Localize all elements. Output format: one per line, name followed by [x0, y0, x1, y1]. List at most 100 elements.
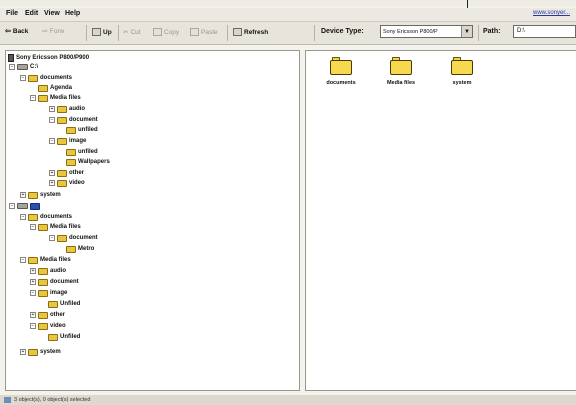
tree-label: Sony Ericsson P800/P900 [16, 55, 90, 61]
expand-icon[interactable]: + [30, 279, 36, 285]
menu-help[interactable]: Help [65, 10, 80, 17]
toolbar-separator [86, 25, 87, 41]
tree-label: Media files [40, 257, 71, 263]
collapse-icon[interactable]: − [30, 224, 36, 230]
tree-item[interactable]: − documents [20, 74, 72, 82]
collapse-icon[interactable]: − [49, 235, 55, 241]
file-item-label: Media files [386, 80, 416, 86]
paste-icon [190, 28, 199, 36]
computer-icon [4, 397, 11, 403]
tree-label: Unfiled [60, 334, 81, 340]
expand-icon[interactable]: + [30, 268, 36, 274]
tree-label: other [69, 170, 84, 176]
expand-icon[interactable]: + [49, 170, 55, 176]
menu-edit[interactable]: Edit [25, 10, 38, 17]
expand-icon[interactable]: + [49, 180, 55, 186]
tree-item[interactable]: − image [30, 289, 67, 297]
expand-icon[interactable]: + [30, 312, 36, 318]
collapse-icon[interactable]: − [20, 214, 26, 220]
tree-item[interactable]: + video [49, 179, 85, 187]
tree-item[interactable]: − video [30, 322, 66, 330]
tree-item[interactable]: − Media files [20, 256, 71, 264]
tree-item[interactable]: unfiled [66, 126, 98, 134]
tree-item[interactable]: Agenda [38, 84, 72, 92]
file-list-pane[interactable]: documents Media files system [305, 50, 576, 391]
folder-icon [57, 105, 67, 113]
folder-icon [38, 311, 48, 319]
tree-label: system [40, 349, 61, 355]
collapse-icon[interactable]: − [49, 138, 55, 144]
forward-label: Forw [49, 28, 65, 35]
tree-item[interactable]: + other [30, 311, 65, 319]
tree-label: C:\ [30, 64, 38, 70]
folder-icon [451, 57, 473, 75]
expand-icon[interactable]: + [20, 349, 26, 355]
paste-button[interactable]: Paste [190, 28, 218, 36]
tree-item[interactable]: + system [20, 191, 61, 199]
tree-item[interactable]: − image [49, 137, 86, 145]
tree-item-drive-c[interactable]: − C:\ [9, 63, 38, 71]
tree-item[interactable]: Unfiled [48, 333, 80, 341]
folder-icon [38, 223, 48, 231]
collapse-icon[interactable]: − [20, 257, 26, 263]
tree-item[interactable]: − Media files [30, 223, 81, 231]
menu-view[interactable]: View [44, 10, 60, 17]
tree-label: Metro [78, 246, 95, 252]
tree-item[interactable]: + audio [30, 267, 66, 275]
expand-icon[interactable]: + [49, 106, 55, 112]
website-link[interactable]: www.sonyer... [533, 10, 570, 16]
menu-file[interactable]: File [6, 10, 18, 17]
device-type-select[interactable]: Sony Ericsson P800/P ▼ [380, 25, 473, 38]
collapse-icon[interactable]: − [20, 75, 26, 81]
up-button[interactable]: Up [92, 28, 112, 36]
tree-item[interactable]: − document [49, 116, 98, 124]
refresh-button[interactable]: Refresh [233, 28, 268, 36]
folder-icon [48, 300, 58, 308]
tree-label: unfiled [78, 149, 98, 155]
copy-button[interactable]: Copy [153, 28, 179, 36]
tree-item[interactable]: + system [20, 348, 61, 356]
toolbar-separator [227, 25, 228, 41]
forward-button[interactable]: ⇨ Forw [42, 28, 64, 35]
collapse-icon[interactable]: − [49, 117, 55, 123]
folder-icon [38, 267, 48, 275]
tree-item[interactable]: Metro [66, 245, 94, 253]
folder-icon [38, 289, 48, 297]
tree-item[interactable]: − document [49, 234, 98, 242]
folder-icon [330, 57, 352, 75]
collapse-icon[interactable]: − [30, 290, 36, 296]
tree-item[interactable]: Wallpapers [66, 158, 110, 166]
folder-icon [57, 116, 67, 124]
cut-button[interactable]: ✂ Cut [123, 28, 141, 37]
folder-icon [28, 213, 38, 221]
tree-label: image [69, 138, 87, 144]
tree-root[interactable]: Sony Ericsson P800/P900 [8, 54, 89, 62]
paste-label: Paste [201, 28, 218, 36]
tree-item[interactable]: unfiled [66, 148, 98, 156]
tree-item[interactable]: Unfiled [48, 300, 80, 308]
status-text: 3 object(s), 0 object(s) selected [14, 397, 91, 403]
tree-label: video [69, 180, 85, 186]
tree-label: document [50, 279, 79, 285]
chevron-down-icon[interactable]: ▼ [461, 26, 472, 37]
tree-label: Media files [50, 95, 81, 101]
tree-item[interactable]: + other [49, 169, 84, 177]
folder-tree-pane[interactable]: Sony Ericsson P800/P900 − C:\ − document… [5, 50, 300, 391]
toolbar: ⇦ Back ⇨ Forw Up ✂ Cut Copy Paste Refres… [0, 22, 576, 45]
tree-item[interactable]: − Media files [30, 94, 81, 102]
collapse-icon[interactable]: − [30, 323, 36, 329]
back-button[interactable]: ⇦ Back [5, 28, 28, 35]
folder-icon [57, 179, 67, 187]
expand-icon[interactable]: + [20, 192, 26, 198]
tree-item[interactable]: + document [30, 278, 79, 286]
tree-item[interactable]: + audio [49, 105, 85, 113]
drive-icon [17, 203, 28, 209]
tree-item[interactable]: − documents [20, 213, 72, 221]
folder-icon [28, 256, 38, 264]
collapse-icon[interactable]: − [9, 64, 15, 70]
path-input[interactable]: D:\ [513, 25, 576, 38]
tree-item-drive-d[interactable]: − [9, 202, 40, 210]
tree-label: video [50, 323, 66, 329]
collapse-icon[interactable]: − [9, 203, 15, 209]
collapse-icon[interactable]: − [30, 95, 36, 101]
